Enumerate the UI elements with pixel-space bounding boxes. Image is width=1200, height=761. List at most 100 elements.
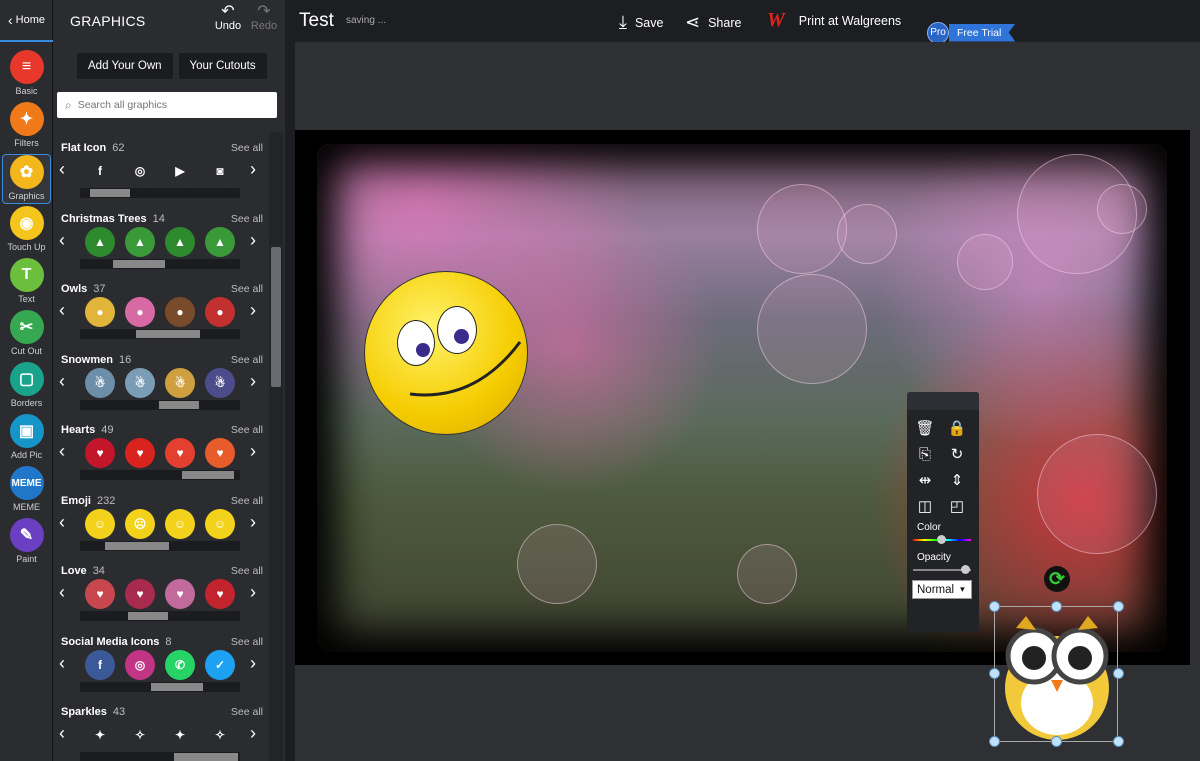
see-all-link[interactable]: See all [231, 495, 263, 507]
lock-icon[interactable]: 🔒 [947, 418, 967, 438]
chevron-left-icon[interactable]: ‹ [59, 299, 65, 321]
thumbnail-scrollbar[interactable] [80, 470, 240, 480]
panel-scrollbar[interactable] [269, 132, 283, 761]
graphic-thumbnail[interactable]: ♥ [85, 579, 115, 609]
flip-horizontal-icon[interactable]: ⇹ [915, 470, 935, 490]
graphic-thumbnail[interactable]: ♥ [205, 438, 235, 468]
thumbnail-scrollbar[interactable] [80, 258, 240, 269]
tool-borders[interactable]: ▢ Borders [2, 362, 51, 412]
thumbnail-scrollbar[interactable] [80, 681, 240, 692]
category-title[interactable]: Emoji 232 [61, 495, 115, 507]
share-button[interactable]: ⋖ Share [685, 12, 741, 33]
chevron-right-icon[interactable]: › [250, 581, 256, 603]
scrollbar-thumb[interactable] [151, 682, 203, 691]
see-all-link[interactable]: See all [231, 354, 263, 366]
tool-basic[interactable]: ≡ Basic [2, 50, 51, 100]
tool-add-pic[interactable]: ▣ Add Pic [2, 414, 51, 464]
blend-mode-select[interactable]: Normal ▾ [912, 580, 972, 599]
resize-handle[interactable] [989, 736, 1000, 747]
see-all-link[interactable]: See all [231, 142, 263, 154]
free-trial-button[interactable]: Pro Free Trial [927, 21, 1016, 44]
send-backward-icon[interactable]: ◫ [915, 496, 935, 516]
scrollbar-thumb[interactable] [136, 330, 200, 338]
chevron-right-icon[interactable]: › [250, 229, 256, 251]
scrollbar-thumb[interactable] [159, 400, 199, 409]
graphic-thumbnail[interactable]: ♥ [165, 579, 195, 609]
category-title[interactable]: Love 34 [61, 565, 105, 577]
trash-icon[interactable]: 🗑 [915, 418, 935, 438]
chevron-right-icon[interactable]: › [250, 511, 256, 533]
resize-handle[interactable] [1051, 736, 1062, 747]
see-all-link[interactable]: See all [231, 636, 263, 648]
thumbnail-scrollbar[interactable] [80, 188, 240, 198]
graphic-thumbnail[interactable]: ☃ [165, 367, 195, 398]
resize-handle[interactable] [1113, 668, 1124, 679]
graphic-thumbnail[interactable]: ● [205, 297, 235, 327]
graphic-thumbnail[interactable]: ♥ [85, 438, 115, 468]
graphic-thumbnail[interactable]: ● [165, 297, 195, 327]
see-all-link[interactable]: See all [231, 213, 263, 225]
chevron-right-icon[interactable]: › [250, 722, 256, 744]
graphic-thumbnail[interactable]: ✦ [85, 720, 115, 750]
graphic-thumbnail[interactable]: ▲ [205, 226, 235, 257]
graphic-thumbnail[interactable]: ◎ [125, 649, 155, 680]
graphic-thumbnail[interactable]: ▶ [165, 156, 195, 186]
graphic-thumbnail[interactable]: ✧ [205, 720, 235, 750]
graphic-thumbnail[interactable]: ▲ [165, 226, 195, 257]
graphic-thumbnail[interactable]: ▲ [85, 226, 115, 257]
chevron-left-icon[interactable]: ‹ [59, 158, 65, 180]
resize-handle[interactable] [1113, 601, 1124, 612]
chevron-right-icon[interactable]: › [250, 652, 256, 674]
chevron-left-icon[interactable]: ‹ [59, 370, 65, 392]
graphic-thumbnail[interactable]: ● [125, 297, 155, 327]
tool-paint[interactable]: ✎ Paint [2, 518, 51, 568]
resize-handle[interactable] [989, 601, 1000, 612]
opacity-slider[interactable] [913, 565, 971, 574]
chevron-left-icon[interactable]: ‹ [59, 581, 65, 603]
flip-vertical-icon[interactable]: ⇕ [947, 470, 967, 490]
thumbnail-scrollbar[interactable] [80, 611, 240, 621]
category-title[interactable]: Christmas Trees 14 [61, 213, 165, 225]
graphic-thumbnail[interactable]: ✦ [165, 720, 195, 750]
graphic-thumbnail[interactable]: ☃ [205, 367, 235, 398]
scrollbar-thumb[interactable] [105, 541, 169, 550]
chevron-right-icon[interactable]: › [250, 440, 256, 462]
category-title[interactable]: Owls 37 [61, 283, 106, 295]
selection-box[interactable] [994, 606, 1118, 742]
see-all-link[interactable]: See all [231, 283, 263, 295]
graphic-thumbnail[interactable]: ☹ [125, 508, 155, 539]
tool-meme[interactable]: MEME MEME [2, 466, 51, 516]
chevron-left-icon[interactable]: ‹ [59, 722, 65, 744]
chevron-left-icon[interactable]: ‹ [59, 229, 65, 251]
search-input[interactable] [77, 99, 258, 111]
category-title[interactable]: Flat Icon 62 [61, 142, 124, 154]
chevron-right-icon[interactable]: › [250, 370, 256, 392]
redo-button[interactable]: ↷ Redo [249, 4, 279, 33]
see-all-link[interactable]: See all [231, 706, 263, 718]
redo-rotate-icon[interactable]: ↻ [947, 444, 967, 464]
graphic-thumbnail[interactable]: ☺ [205, 508, 235, 539]
graphic-thumbnail[interactable]: ♥ [125, 579, 155, 609]
graphic-thumbnail[interactable]: f [85, 156, 115, 186]
add-your-own-button[interactable]: Add Your Own [77, 53, 173, 79]
image-canvas[interactable]: ⟳ [295, 130, 1190, 747]
graphic-thumbnail[interactable]: ▲ [125, 226, 155, 257]
toolbar-drag-handle[interactable] [907, 392, 979, 410]
graphic-thumbnail[interactable]: f [85, 649, 115, 680]
resize-handle[interactable] [989, 668, 1000, 679]
print-walgreens-button[interactable]: W Print at Walgreens [767, 9, 901, 32]
chevron-left-icon[interactable]: ‹ [59, 652, 65, 674]
scrollbar-thumb[interactable] [271, 247, 281, 387]
document-title[interactable]: Test [299, 10, 334, 32]
graphic-thumbnail[interactable]: ♥ [165, 438, 195, 468]
tool-text[interactable]: T Text [2, 258, 51, 308]
color-slider[interactable] [913, 535, 971, 544]
graphic-thumbnail[interactable]: ✆ [165, 649, 195, 680]
graphic-thumbnail[interactable]: ☃ [85, 367, 115, 398]
color-slider-knob[interactable] [937, 535, 946, 544]
graphic-thumbnail[interactable]: ● [85, 297, 115, 327]
scrollbar-thumb[interactable] [90, 189, 130, 197]
see-all-link[interactable]: See all [231, 565, 263, 577]
opacity-slider-knob[interactable] [961, 565, 970, 574]
thumbnail-scrollbar[interactable] [80, 399, 240, 410]
